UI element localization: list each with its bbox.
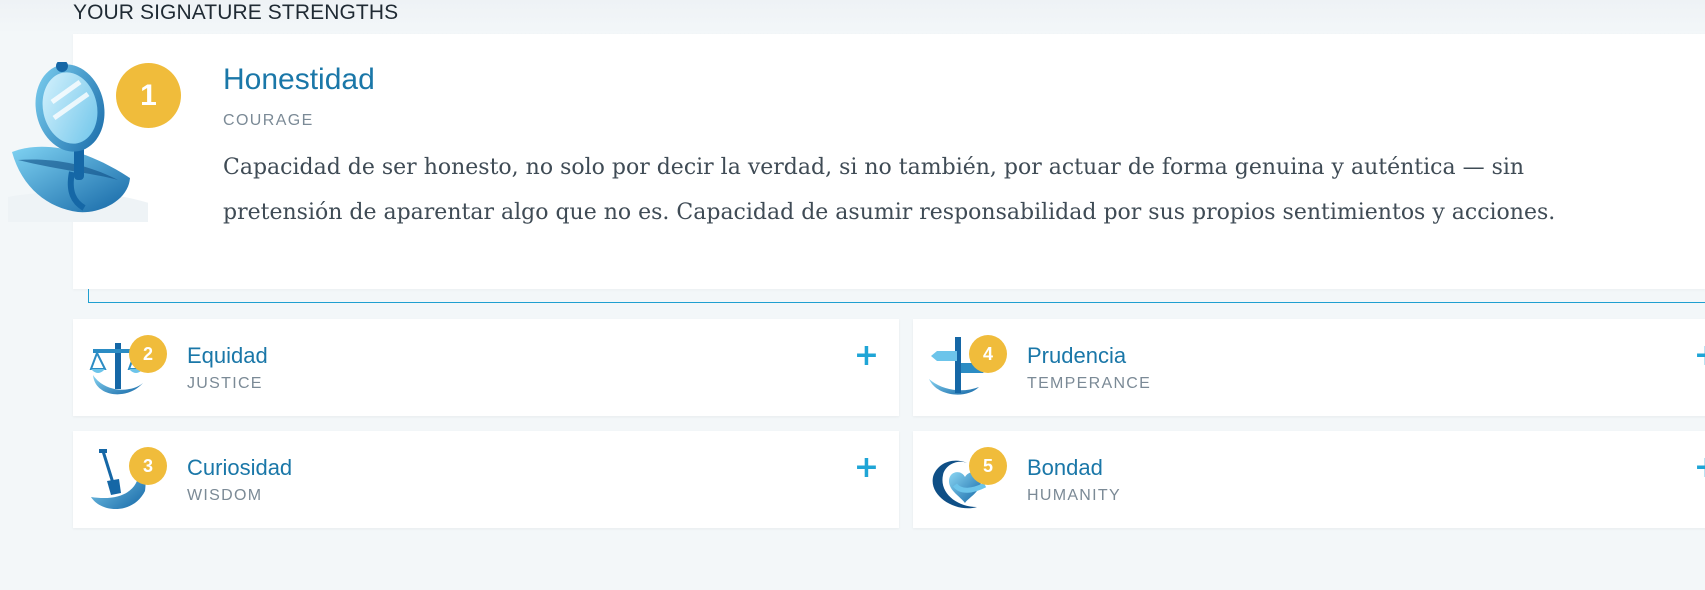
virtue-label: HUMANITY xyxy=(1027,487,1121,504)
strength-name: Equidad xyxy=(187,343,268,368)
expand-button[interactable]: + xyxy=(1694,453,1705,483)
section-title: YOUR SIGNATURE STRENGTHS xyxy=(73,1,399,24)
strength-card-bondad[interactable]: 5 Bondad HUMANITY + xyxy=(913,431,1705,528)
rank-badge: 3 xyxy=(129,447,167,485)
expand-button[interactable]: + xyxy=(854,453,879,483)
expand-button[interactable]: + xyxy=(1694,341,1705,371)
strength-description: Capacidad de ser honesto, no solo por de… xyxy=(223,155,1556,225)
rank-badge: 4 xyxy=(969,335,1007,373)
strength-card-equidad[interactable]: 2 Equidad JUSTICE + xyxy=(73,319,899,416)
expand-button[interactable]: + xyxy=(854,341,879,371)
rank-badge: 5 xyxy=(969,447,1007,485)
rank-badge: 1 xyxy=(116,63,181,128)
rank-badge: 2 xyxy=(129,335,167,373)
top-card-accent-line xyxy=(88,289,1705,303)
strength-name: Honestidad xyxy=(223,63,375,96)
strength-name: Curiosidad xyxy=(187,455,293,480)
virtue-label: COURAGE xyxy=(223,112,314,129)
strength-name: Bondad xyxy=(1027,455,1103,480)
virtue-label: WISDOM xyxy=(187,487,263,504)
strength-name: Prudencia xyxy=(1027,343,1127,368)
virtue-label: TEMPERANCE xyxy=(1027,375,1152,392)
strength-card-curiosidad[interactable]: 3 Curiosidad WISDOM + xyxy=(73,431,899,528)
strength-card-prudencia[interactable]: 4 Prudencia TEMPERANCE + xyxy=(913,319,1705,416)
virtue-label: JUSTICE xyxy=(187,375,263,392)
